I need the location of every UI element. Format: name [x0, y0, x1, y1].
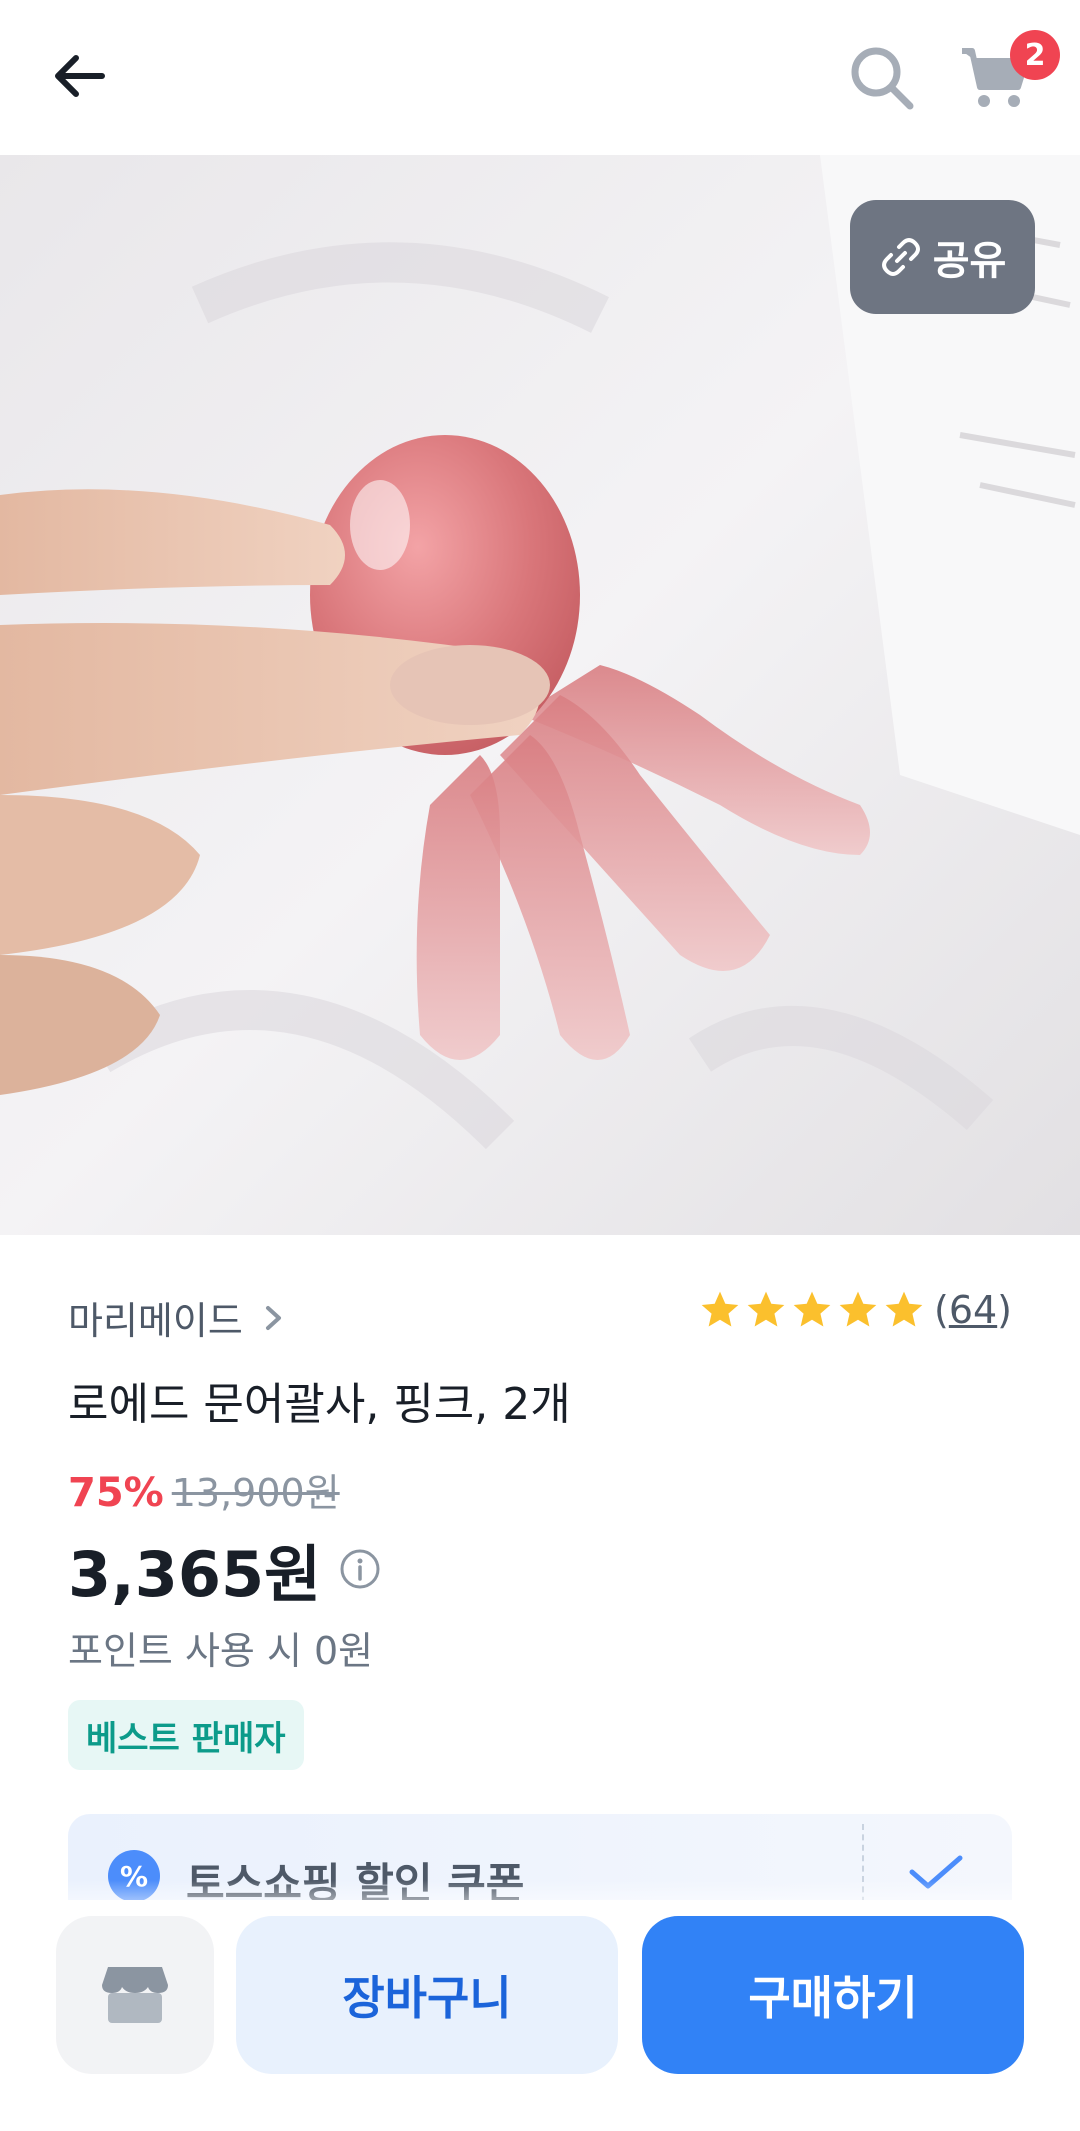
price-discount-row: 75% 13,900원 — [68, 1462, 340, 1517]
star-icon — [701, 1291, 739, 1327]
review-count[interactable]: (64) — [934, 1288, 1012, 1332]
star-icon — [793, 1291, 831, 1327]
point-price-text: 포인트 사용 시 0원 — [68, 1629, 374, 1673]
best-seller-badge: 베스트 판매자 — [68, 1700, 304, 1770]
share-label: 공유 — [932, 238, 1007, 284]
search-icon — [851, 47, 914, 110]
top-app-bar: 2 — [0, 0, 1080, 155]
arrow-left-icon — [55, 55, 105, 97]
back-button[interactable] — [40, 36, 120, 116]
star-icon — [885, 1291, 923, 1327]
star-icon — [747, 1291, 785, 1327]
final-price-row: 3,365원 — [68, 1524, 381, 1614]
product-image[interactable] — [0, 155, 1080, 1235]
discount-rate: 75% — [68, 1470, 164, 1516]
seller-name: 마리메이드 — [68, 1299, 243, 1343]
star-icon — [839, 1291, 877, 1327]
share-button[interactable]: 공유 — [850, 200, 1035, 314]
store-icon — [102, 1967, 168, 2023]
buy-now-button[interactable]: 구매하기 — [642, 1916, 1024, 2074]
store-button[interactable] — [56, 1916, 214, 2074]
chevron-right-icon — [265, 1305, 281, 1330]
search-button[interactable] — [840, 36, 924, 120]
original-price: 13,900원 — [171, 1471, 340, 1515]
link-icon — [881, 238, 920, 276]
rating-summary[interactable]: (64) — [698, 1288, 1012, 1332]
cart-count-badge: 2 — [1010, 30, 1060, 80]
product-title: 로에드 문어괄사, 핑크, 2개 — [68, 1379, 571, 1430]
product-photo — [0, 155, 1080, 1235]
final-price: 3,365원 — [68, 1538, 322, 1611]
seller-link[interactable]: 마리메이드 — [68, 1290, 285, 1345]
add-to-cart-button[interactable]: 장바구니 — [236, 1916, 618, 2074]
info-icon[interactable] — [339, 1548, 381, 1590]
